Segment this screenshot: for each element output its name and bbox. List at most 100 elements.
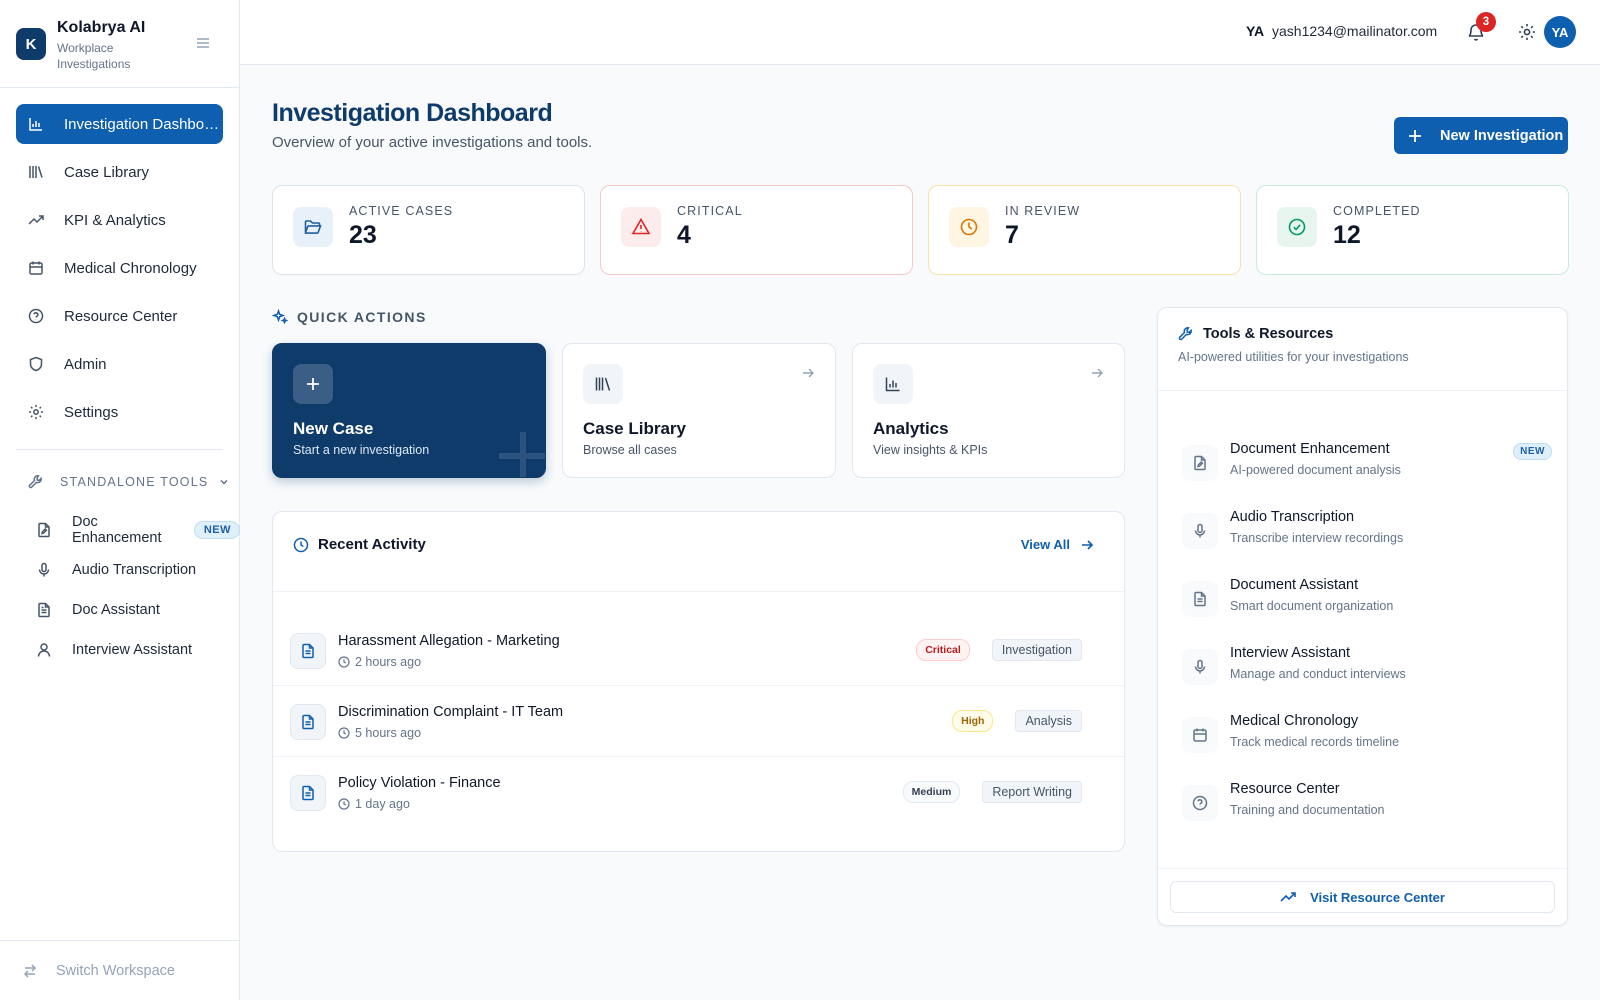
notification-count-badge: 3 [1476, 12, 1496, 32]
sidebar-tool-audio-transcription[interactable]: Audio Transcription [36, 550, 240, 590]
tool-subtitle: AI-powered document analysis [1230, 463, 1401, 477]
wrench-icon [28, 474, 44, 490]
tool-title: Resource Center [1230, 781, 1340, 797]
sidebar-tool-interview-assistant[interactable]: Interview Assistant [36, 630, 240, 670]
activity-time-text: 2 hours ago [355, 655, 422, 669]
stage-badge: Report Writing [982, 781, 1082, 803]
activity-row[interactable]: Policy Violation - Finance 1 day ago Med… [273, 757, 1124, 828]
tool-medical-chronology[interactable]: Medical Chronology Track medical records… [1182, 713, 1552, 763]
arrow-right-icon [801, 366, 815, 380]
tool-audio-transcription[interactable]: Audio Transcription Transcribe interview… [1182, 509, 1552, 559]
switch-workspace-label: Switch Workspace [56, 962, 175, 979]
new-investigation-button[interactable]: New Investigation [1394, 117, 1568, 154]
check-circle-icon [1277, 207, 1317, 247]
sidebar-tool-doc-enhancement[interactable]: Doc Enhancement NEW [36, 510, 240, 550]
tools-resources-title: Tools & Resources [1203, 326, 1334, 342]
recent-activity-title: Recent Activity [318, 536, 426, 553]
trending-up-icon [28, 212, 44, 228]
tool-interview-assistant[interactable]: Interview Assistant Manage and conduct i… [1182, 645, 1552, 695]
new-badge: NEW [1513, 443, 1552, 460]
tool-subtitle: Track medical records timeline [1230, 735, 1400, 749]
sidebar-tool-label: Interview Assistant [72, 642, 193, 658]
arrow-right-icon [1090, 366, 1104, 380]
stat-value: 7 [1005, 221, 1019, 249]
analytics-card[interactable]: Analytics View insights & KPIs [852, 343, 1125, 478]
case-library-card[interactable]: Case Library Browse all cases [562, 343, 836, 478]
activity-title: Harassment Allegation - Marketing [338, 633, 560, 649]
microphone-icon [1182, 649, 1218, 685]
tools-resources-heading: Tools & Resources [1178, 326, 1333, 342]
tool-subtitle: Training and documentation [1230, 803, 1385, 817]
library-icon [583, 364, 623, 404]
stat-card-in-review[interactable]: IN REVIEW 7 [928, 185, 1241, 275]
sidebar-item-settings[interactable]: Settings [16, 392, 223, 432]
activity-row[interactable]: Discrimination Complaint - IT Team 5 hou… [273, 686, 1124, 757]
page-title: Investigation Dashboard [272, 99, 553, 127]
tool-document-assistant[interactable]: Document Assistant Smart document organi… [1182, 577, 1552, 627]
microphone-icon [36, 562, 52, 578]
folder-open-icon [293, 207, 333, 247]
brand-subtitle: Workplace Investigations [57, 41, 131, 71]
tool-subtitle: Transcribe interview recordings [1230, 531, 1404, 545]
stat-card-completed[interactable]: COMPLETED 12 [1256, 185, 1569, 275]
tool-resource-center[interactable]: Resource Center Training and documentati… [1182, 781, 1552, 831]
activity-time-text: 5 hours ago [355, 726, 422, 740]
sidebar-divider [16, 449, 223, 450]
bar-chart-icon [28, 116, 44, 132]
help-circle-icon [1182, 785, 1218, 821]
sidebar-item-label: Settings [64, 403, 119, 421]
new-case-card[interactable]: New Case Start a new investigation [272, 343, 546, 478]
tool-subtitle: Manage and conduct interviews [1230, 667, 1406, 681]
tool-subtitle: Smart document organization [1230, 599, 1394, 613]
activity-tags: Medium Report Writing [902, 781, 1082, 803]
standalone-tools-toggle[interactable]: STANDALONE TOOLS [28, 474, 230, 490]
plus-icon [1408, 129, 1422, 143]
tool-document-enhancement[interactable]: Document Enhancement AI-powered document… [1182, 441, 1552, 491]
recent-activity-heading: Recent Activity [293, 536, 426, 553]
tools-resources-subtitle: AI-powered utilities for your investigat… [1178, 350, 1409, 364]
stat-value: 12 [1333, 221, 1361, 249]
activity-tags: High Analysis [952, 710, 1082, 732]
swap-icon [22, 963, 38, 979]
view-all-link[interactable]: View All [1021, 537, 1094, 552]
stat-value: 23 [349, 221, 377, 249]
wrench-icon [1178, 326, 1194, 342]
avatar[interactable]: YA [1544, 16, 1576, 48]
clock-icon [338, 798, 350, 810]
file-edit-icon [1182, 445, 1218, 481]
quick-action-title: New Case [293, 419, 374, 438]
gear-icon [28, 404, 44, 420]
help-circle-icon [28, 308, 44, 324]
gear-icon[interactable] [1517, 22, 1537, 42]
sidebar-item-admin[interactable]: Admin [16, 344, 223, 384]
tool-title: Audio Transcription [1230, 509, 1355, 525]
user-email[interactable]: yash1234@mailinator.com [1272, 23, 1437, 39]
file-text-icon [290, 775, 326, 811]
switch-workspace-button[interactable]: Switch Workspace [0, 940, 240, 1000]
activity-row[interactable]: Harassment Allegation - Marketing 2 hour… [273, 615, 1124, 686]
sparkles-icon [272, 309, 288, 325]
sidebar-tool-label: Doc Enhancement [72, 514, 162, 546]
sidebar: K Kolabrya AI Workplace Investigations I… [0, 0, 240, 1000]
quick-action-subtitle: Browse all cases [583, 443, 677, 457]
brand-name: Kolabrya AI [57, 19, 146, 36]
plus-watermark-icon [495, 428, 545, 477]
sidebar-item-case-library[interactable]: Case Library [16, 152, 223, 192]
visit-resource-center-button[interactable]: Visit Resource Center [1170, 881, 1555, 913]
stat-card-critical[interactable]: CRITICAL 4 [600, 185, 913, 275]
sidebar-tool-doc-assistant[interactable]: Doc Assistant [36, 590, 240, 630]
sidebar-item-kpi-analytics[interactable]: KPI & Analytics [16, 200, 223, 240]
file-text-icon [290, 633, 326, 669]
quick-actions-heading: QUICK ACTIONS [272, 309, 427, 325]
standalone-tools-list: Doc Enhancement NEW Audio Transcription … [36, 510, 240, 670]
sidebar-item-investigation-dashboard[interactable]: Investigation Dashboard [16, 104, 223, 144]
menu-icon[interactable] [196, 36, 210, 50]
file-text-icon [36, 602, 52, 618]
quick-actions-label: QUICK ACTIONS [297, 309, 427, 325]
stat-card-active-cases[interactable]: ACTIVE CASES 23 [272, 185, 585, 275]
sidebar-item-medical-chronology[interactable]: Medical Chronology [16, 248, 223, 288]
sidebar-item-resource-center[interactable]: Resource Center [16, 296, 223, 336]
activity-tags: Critical Investigation [916, 639, 1082, 661]
tool-title: Medical Chronology [1230, 713, 1359, 729]
file-text-icon [1182, 581, 1218, 617]
